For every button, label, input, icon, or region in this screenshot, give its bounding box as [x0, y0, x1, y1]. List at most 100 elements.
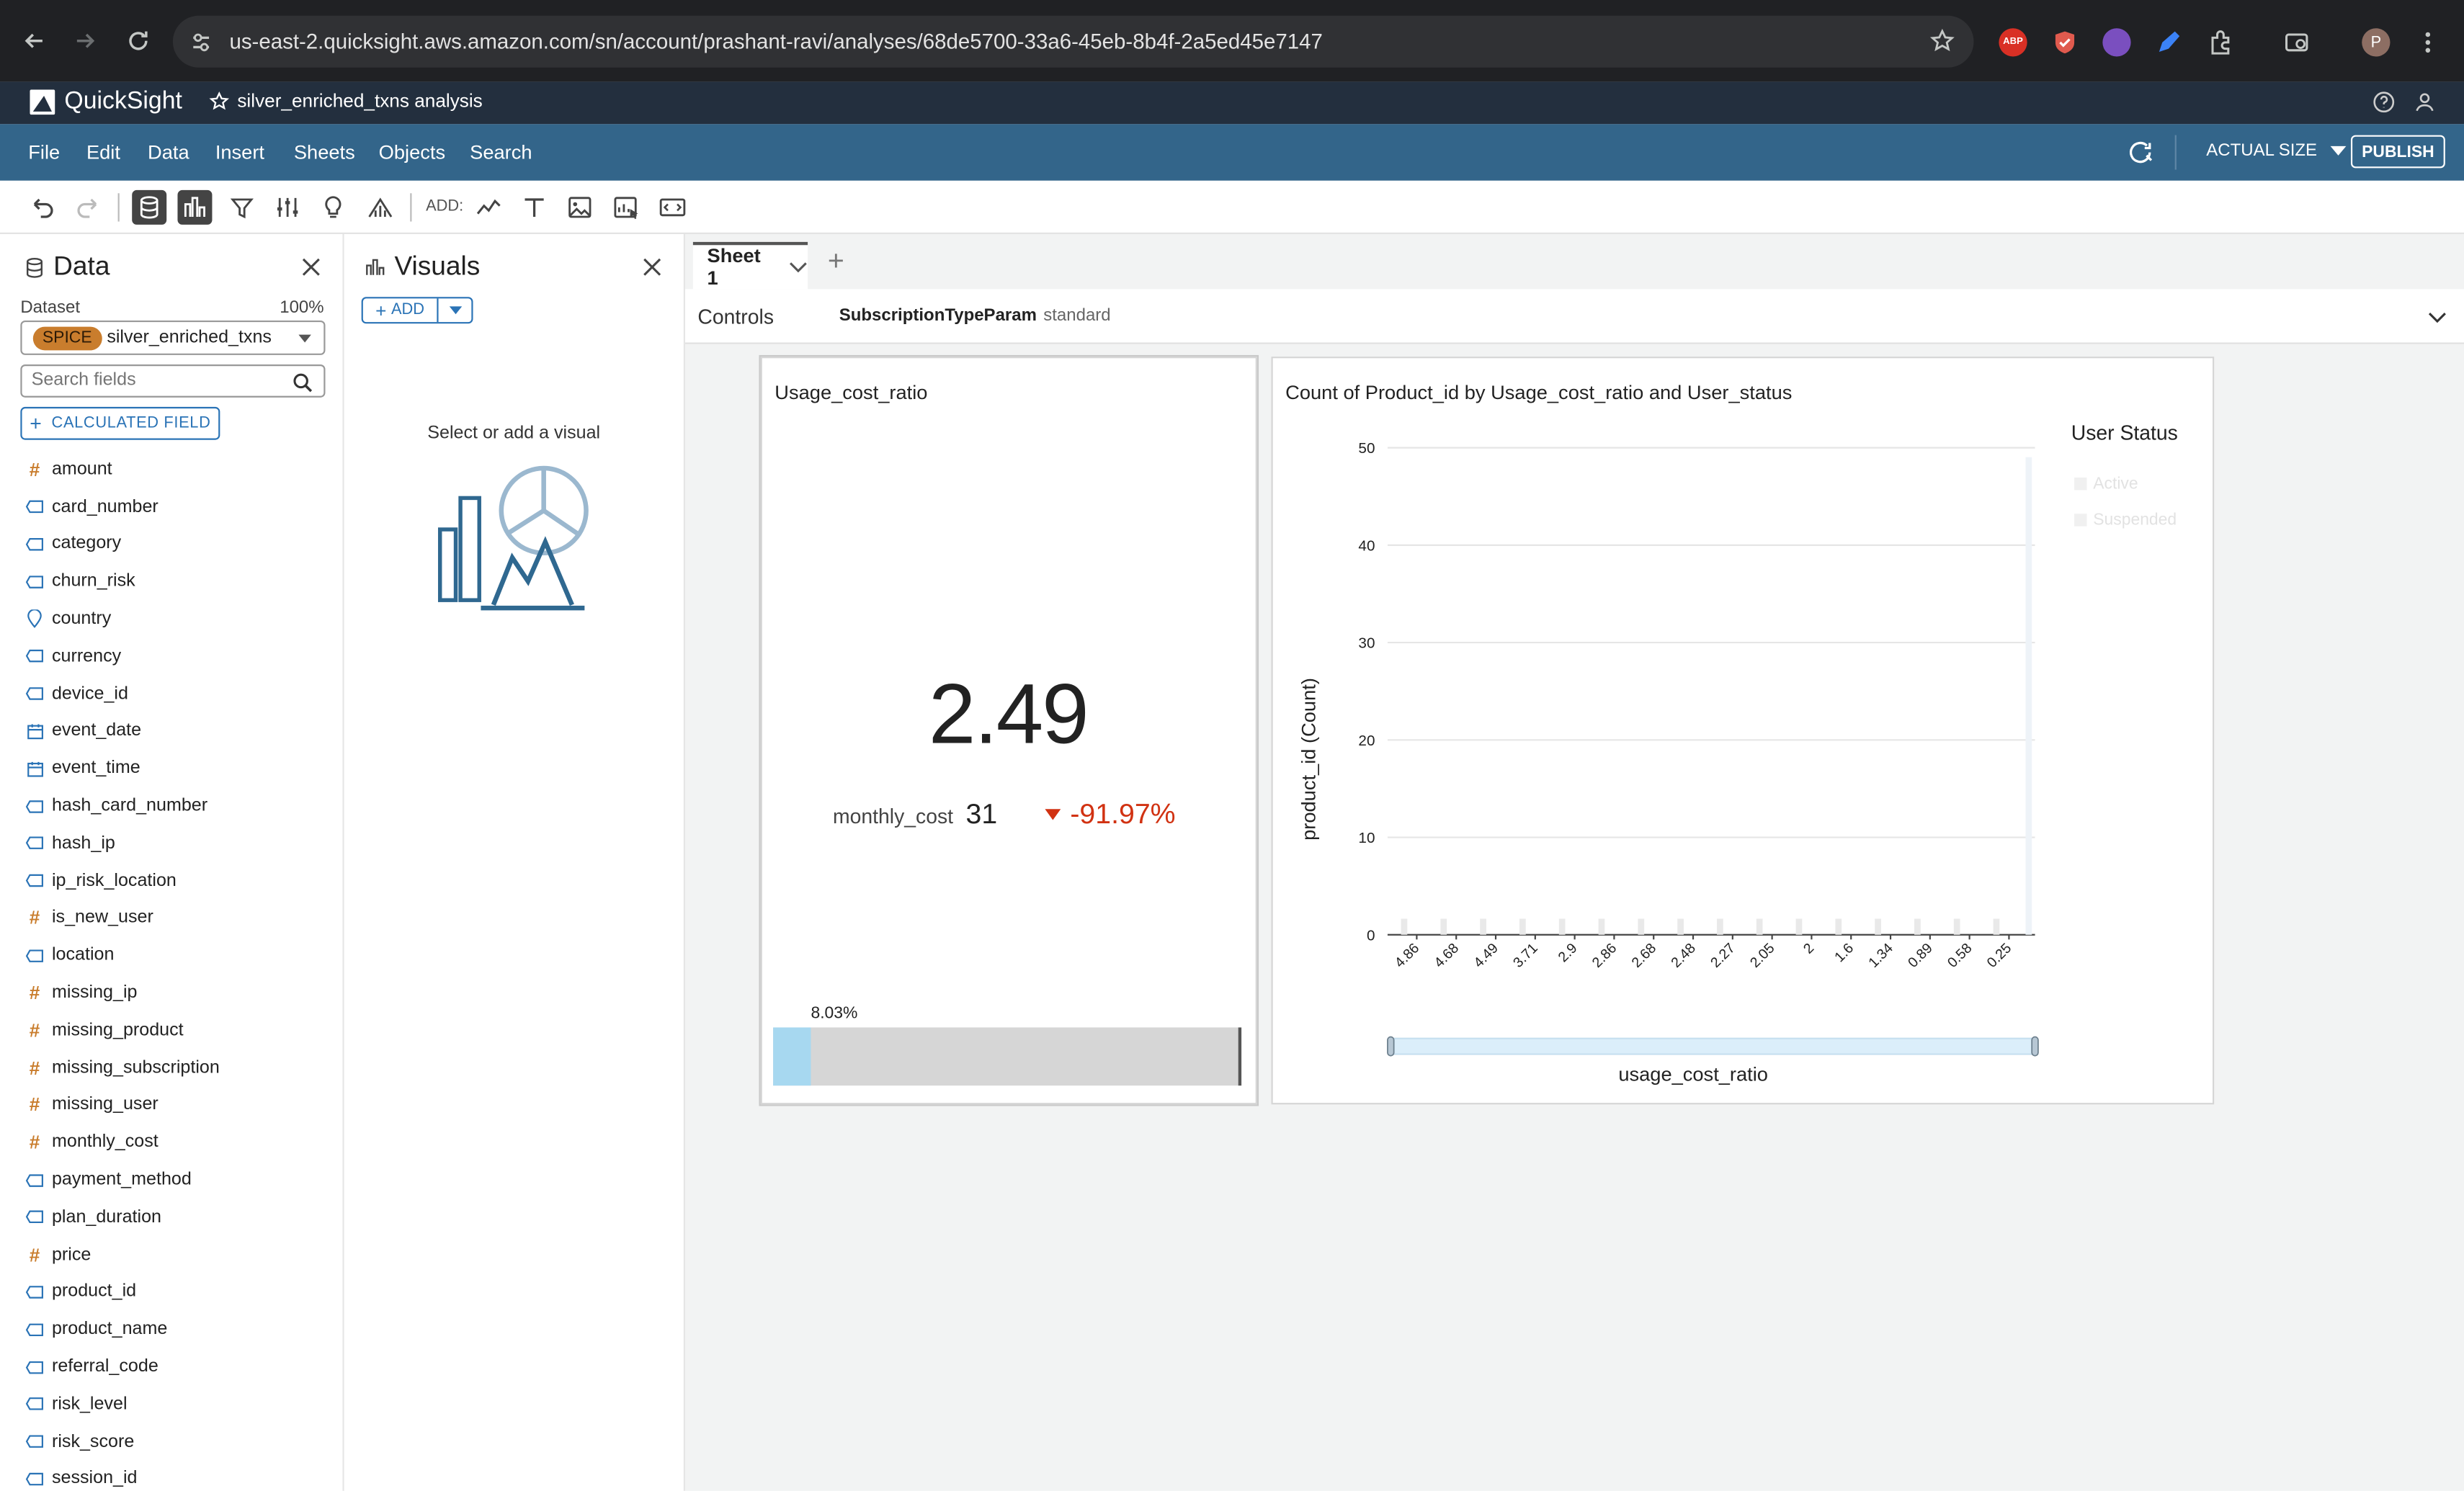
add-sheet-icon[interactable]: + [823, 246, 849, 274]
reload-icon[interactable] [122, 25, 154, 57]
undo-icon[interactable] [25, 190, 60, 225]
add-visual-main[interactable]: + ADD [363, 298, 439, 323]
field-item-hash_ip[interactable]: hash_ip [0, 825, 344, 862]
filter-icon[interactable] [225, 190, 259, 225]
menu-search[interactable]: Search [470, 141, 532, 164]
analysis-name[interactable]: silver_enriched_txns analysis [209, 89, 483, 112]
tab-search-icon[interactable] [2283, 28, 2311, 56]
add-label: ADD: [426, 197, 464, 215]
field-item-payment_method[interactable]: payment_method [0, 1161, 344, 1199]
close-data-panel-icon[interactable] [300, 256, 323, 279]
field-item-price[interactable]: # price [0, 1236, 344, 1273]
help-icon[interactable] [2371, 89, 2396, 115]
field-item-currency[interactable]: currency [0, 638, 344, 676]
field-item-card_number[interactable]: card_number [0, 488, 344, 526]
themes-icon[interactable] [363, 190, 398, 225]
field-item-monthly_cost[interactable]: # monthly_cost [0, 1124, 344, 1161]
publish-button[interactable]: PUBLISH [2350, 135, 2445, 169]
add-chart-cursor-icon[interactable] [610, 190, 644, 225]
pen-extension-icon[interactable] [2154, 28, 2182, 56]
field-item-event_time[interactable]: event_time [0, 750, 344, 787]
field-item-location[interactable]: location [0, 937, 344, 975]
redo-icon[interactable] [71, 190, 105, 225]
field-item-referral_code[interactable]: referral_code [0, 1348, 344, 1386]
parameter-control-name[interactable]: SubscriptionTypeParam [839, 306, 1037, 325]
profile-avatar[interactable]: P [2362, 28, 2391, 57]
dataset-select[interactable]: SPICE silver_enriched_txns [20, 320, 326, 355]
kpi-value: 2.49 [928, 667, 1089, 762]
field-item-category[interactable]: category [0, 526, 344, 563]
field-item-missing_product[interactable]: # missing_product [0, 1012, 344, 1049]
field-item-product_name[interactable]: product_name [0, 1311, 344, 1348]
field-item-churn_risk[interactable]: churn_risk [0, 563, 344, 601]
field-item-missing_ip[interactable]: # missing_ip [0, 975, 344, 1012]
browser-menu-icon[interactable] [2414, 28, 2442, 56]
menu-sheets[interactable]: Sheets [294, 141, 355, 164]
add-embed-icon[interactable] [656, 190, 690, 225]
field-item-amount[interactable]: # amount [0, 451, 344, 488]
back-icon[interactable] [19, 25, 50, 57]
site-info-icon[interactable] [189, 30, 214, 55]
field-item-risk_score[interactable]: risk_score [0, 1423, 344, 1461]
field-name: hash_card_number [51, 796, 208, 816]
field-item-session_id[interactable]: session_id [0, 1461, 344, 1491]
field-item-missing_user[interactable]: # missing_user [0, 1086, 344, 1124]
tag-icon [25, 1469, 44, 1488]
calculated-field-button[interactable]: + CALCULATED FIELD [20, 406, 220, 440]
field-item-is_new_user[interactable]: # is_new_user [0, 900, 344, 937]
visuals-panel-toggle-icon[interactable] [177, 189, 213, 225]
adblock-extension-icon[interactable]: ABP [1999, 28, 2027, 57]
field-item-event_date[interactable]: event_date [0, 712, 344, 750]
bar-chart-visual[interactable]: Count of Product_id by Usage_cost_ratio … [1271, 357, 2215, 1105]
extension-badge-icon[interactable] [2102, 28, 2131, 57]
tag-icon [25, 535, 44, 554]
add-image-icon[interactable] [563, 190, 597, 225]
range-slider-handle-right[interactable] [2031, 1036, 2039, 1057]
bar [1401, 918, 1408, 935]
parameter-control-value[interactable]: standard [1043, 306, 1110, 325]
field-item-ip_risk_location[interactable]: ip_risk_location [0, 862, 344, 900]
tag-icon [25, 1433, 44, 1451]
add-text-icon[interactable] [517, 190, 552, 225]
menu-file[interactable]: File [28, 141, 60, 164]
insights-lightbulb-icon[interactable] [316, 190, 350, 225]
parameters-icon[interactable] [270, 190, 305, 225]
browser-toolbar: us-east-2.quicksight.aws.amazon.com/sn/a… [0, 0, 2464, 82]
forward-icon[interactable] [69, 25, 101, 57]
search-icon[interactable] [293, 372, 313, 393]
field-item-hash_card_number[interactable]: hash_card_number [0, 787, 344, 825]
chevron-down-icon[interactable] [789, 261, 808, 273]
bookmark-star-icon[interactable] [1929, 28, 1955, 53]
address-bar[interactable]: us-east-2.quicksight.aws.amazon.com/sn/a… [172, 15, 1974, 68]
add-visual-dropdown[interactable] [439, 298, 472, 322]
menu-edit[interactable]: Edit [86, 141, 120, 164]
close-visuals-panel-icon[interactable] [641, 256, 664, 279]
menu-insert[interactable]: Insert [215, 141, 264, 164]
search-fields-input[interactable] [31, 370, 283, 390]
x-tick-label: 1.34 [1865, 940, 1896, 971]
favorite-star-icon[interactable] [209, 90, 230, 110]
chevron-down-icon[interactable] [2427, 306, 2449, 328]
field-item-plan_duration[interactable]: plan_duration [0, 1199, 344, 1236]
refresh-data-icon[interactable] [2128, 140, 2156, 165]
field-item-country[interactable]: country [0, 601, 344, 638]
range-slider-handle-left[interactable] [1387, 1036, 1395, 1057]
user-icon[interactable] [2412, 89, 2437, 115]
field-name: event_date [51, 722, 142, 741]
add-visual-line-icon[interactable] [471, 190, 506, 225]
add-visual-button[interactable]: + ADD [361, 297, 473, 324]
menu-data[interactable]: Data [148, 141, 189, 164]
field-item-risk_level[interactable]: risk_level [0, 1386, 344, 1423]
field-item-missing_subscription[interactable]: # missing_subscription [0, 1049, 344, 1087]
actual-size-dropdown[interactable]: ACTUAL SIZE [2206, 141, 2346, 160]
tab-sheet-1[interactable]: Sheet 1 [692, 241, 808, 290]
extensions-puzzle-icon[interactable] [2206, 28, 2234, 56]
app-title-bar: QuickSight silver_enriched_txns analysis [0, 81, 2464, 125]
field-item-product_id[interactable]: product_id [0, 1273, 344, 1311]
menu-objects[interactable]: Objects [379, 141, 445, 164]
field-item-device_id[interactable]: device_id [0, 675, 344, 712]
quicksight-logo[interactable]: QuickSight [30, 88, 182, 116]
data-panel-toggle-icon[interactable] [132, 189, 167, 225]
kpi-visual[interactable]: Usage_cost_ratio 2.49 monthly_cost 31 -9… [759, 354, 1259, 1106]
shield-extension-icon[interactable] [2050, 28, 2079, 56]
